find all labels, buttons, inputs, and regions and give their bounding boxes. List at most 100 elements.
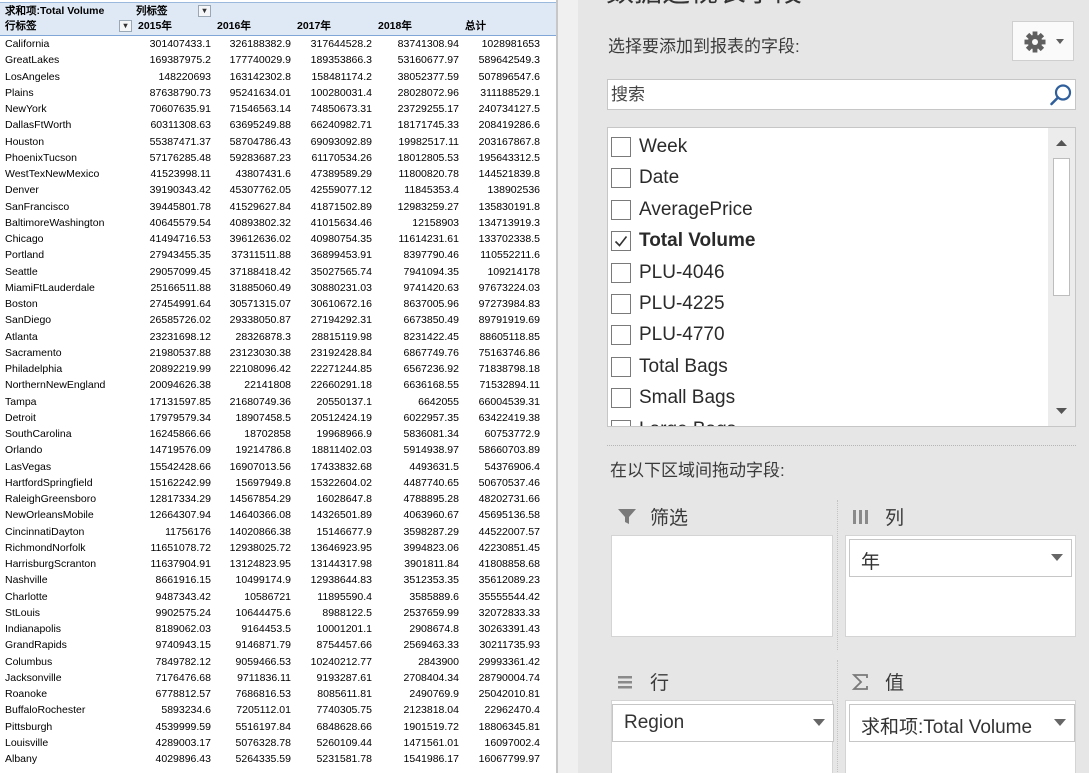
grand-total-cell: 71838798.18	[478, 363, 540, 375]
pivot-row[interactable]: CincinnatiDayton 11756176 14020866.38 15146…	[0, 524, 556, 540]
value-2016-cell: 30571315.07	[229, 298, 291, 310]
pivot-row[interactable]: RichmondNorfolk 11651078.72 12938025.72 136…	[0, 540, 556, 556]
scroll-down-button[interactable]	[1048, 398, 1075, 424]
rows-field-pill[interactable]: Region	[612, 704, 834, 742]
value-2018-cell: 6673850.49	[403, 314, 459, 327]
values-drop-area[interactable]: 求和项:Total Volume	[845, 700, 1076, 773]
pivot-row[interactable]: NorthernNewEngland 20094626.38 22141808 226…	[0, 377, 556, 393]
pivot-row[interactable]: SouthCarolina 16245866.66 18702858 19968966…	[0, 426, 556, 442]
columns-field-pill[interactable]: 年	[849, 539, 1072, 577]
pivot-row[interactable]: Columbus 7849782.12 9059466.53 10240212.77 2…	[0, 654, 556, 670]
pivot-row[interactable]: Boston 27454991.64 30571315.07 30610672.16 8…	[0, 296, 556, 312]
pivot-row[interactable]: LasVegas 15542428.66 16907013.56 17433832.6…	[0, 459, 556, 475]
pivot-row[interactable]: WestTexNewMexico 41523998.11 43807431.6 473…	[0, 166, 556, 182]
chevron-down-icon[interactable]	[1051, 554, 1063, 562]
checkbox[interactable]	[611, 388, 631, 409]
pivot-row[interactable]: RaleighGreensboro 12817334.29 14567854.29 1…	[0, 491, 556, 507]
pivot-row[interactable]: Sacramento 21980537.88 23123030.38 23192428…	[0, 345, 556, 361]
pivot-row[interactable]: Philadelphia 20892219.99 22108096.42 222712…	[0, 361, 556, 377]
field-search-box[interactable]	[607, 79, 1076, 110]
pivot-row[interactable]: BuffaloRochester 5893234.6 7205112.01 77403…	[0, 702, 556, 718]
column-filter-button[interactable]: ▾	[198, 5, 211, 17]
pivot-row[interactable]: Louisville 4289003.17 5076328.78 5260109.44…	[0, 735, 556, 751]
search-input[interactable]	[608, 80, 1041, 109]
filter-icon	[618, 509, 636, 524]
scroll-thumb[interactable]	[1053, 158, 1070, 296]
scroll-up-button[interactable]	[1048, 130, 1075, 156]
filter-drop-area[interactable]	[611, 535, 833, 637]
pivot-row[interactable]: LosAngeles 148220693 163142302.8 158481174.…	[0, 69, 556, 85]
value-2017-cell: 7740305.75	[316, 704, 372, 717]
pivot-row[interactable]: DallasFtWorth 60311308.63 63695249.88 66240…	[0, 117, 556, 133]
value-2015-cell: 16245866.66	[149, 428, 211, 440]
value-2018-cell: 2843900	[418, 655, 459, 668]
pivot-row[interactable]: PhoenixTucson 57176285.48 59283687.23 61170…	[0, 150, 556, 166]
pivot-row[interactable]: Indianapolis 8189062.03 9164453.5 10001201.…	[0, 621, 556, 637]
grand-total-cell: 32072833.33	[478, 606, 540, 619]
pivot-row[interactable]: HarrisburgScranton 11637904.91 13124823.95…	[0, 556, 556, 572]
pivot-row[interactable]: BaltimoreWashington 40645579.54 40893802.3…	[0, 215, 556, 231]
columns-drop-area[interactable]: 年	[845, 535, 1076, 637]
pivot-row[interactable]: NewYork 70607635.91 71546563.14 74850673.31…	[0, 101, 556, 117]
pivot-row[interactable]: SanDiego 26585726.02 29338050.87 27194292.3…	[0, 312, 556, 328]
checkbox[interactable]	[611, 262, 631, 283]
pivot-row[interactable]: Seattle 29057099.45 37188418.42 35027565.74…	[0, 264, 556, 280]
pivot-row[interactable]: NewOrleansMobile 12664307.94 14640366.08 14…	[0, 507, 556, 523]
pivot-row[interactable]: HartfordSpringfield 15162242.99 15697949.8…	[0, 475, 556, 491]
values-field-pill[interactable]: 求和项:Total Volume	[849, 704, 1075, 742]
pivot-row[interactable]: Roanoke 6778812.57 7686816.53 8085611.81 249…	[0, 686, 556, 702]
value-2018-cell: 3585889.6	[409, 590, 459, 603]
chevron-down-icon[interactable]	[813, 719, 825, 727]
checkbox-checked[interactable]	[611, 231, 631, 252]
pivot-row[interactable]: MiamiFtLauderdale 25166511.88 31885060.49 3…	[0, 280, 556, 296]
pivot-row[interactable]: StLouis 9902575.24 10644475.6 8988122.5 2537…	[0, 605, 556, 621]
checkbox[interactable]	[611, 294, 631, 314]
value-2018-cell: 2123818.04	[403, 704, 459, 717]
pivot-row[interactable]: Denver 39190343.42 45307762.05 42559077.12 1…	[0, 182, 556, 198]
checkbox[interactable]	[611, 356, 631, 377]
checkbox[interactable]	[611, 199, 631, 220]
row-filter-button[interactable]: ▾	[119, 20, 132, 33]
value-2015-cell: 14719576.09	[149, 444, 211, 457]
value-2016-cell: 71546563.14	[229, 103, 291, 115]
pivot-row[interactable]: Chicago 41494716.53 39612636.02 40980754.35…	[0, 231, 556, 247]
pivot-row[interactable]: Albany 4029896.43 5264335.59 5231581.78 1541…	[0, 751, 556, 767]
value-2016-cell: 5264335.59	[235, 753, 291, 765]
pivot-row[interactable]: Atlanta 23231698.12 28326878.3 28815119.98 8…	[0, 329, 556, 345]
value-2015-cell: 27454991.64	[149, 298, 211, 310]
pivot-field-pane: 数据透视表字段 选择要添加到报表的字段: WeekDa	[578, 0, 1089, 773]
pivot-row[interactable]: Plains 87638790.73 95241634.01 100280031.4 2…	[0, 85, 556, 101]
field-list-scrollbar[interactable]	[1048, 128, 1075, 426]
chevron-down-icon[interactable]	[1054, 719, 1066, 727]
checkbox[interactable]	[611, 168, 631, 189]
pivot-row[interactable]: Detroit 17979579.34 18907458.5 20512424.19 6…	[0, 410, 556, 426]
value-2018-cell: 18171745.33	[397, 119, 459, 132]
region-label: Boston	[5, 298, 38, 310]
pivot-row[interactable]: Portland 27943455.35 37311511.88 36899453.9…	[0, 247, 556, 263]
value-2017-cell: 74850673.31	[310, 103, 372, 115]
pivot-row[interactable]: SanFrancisco 39445801.78 41529627.84 418715…	[0, 199, 556, 215]
value-2018-cell: 19982517.11	[398, 135, 459, 148]
checkbox[interactable]	[611, 137, 631, 157]
pivot-row[interactable]: GrandRapids 9740943.15 9146871.79 8754457.6…	[0, 637, 556, 653]
value-2015-cell: 41523998.11	[150, 168, 211, 180]
search-icon[interactable]	[1049, 83, 1073, 107]
checkbox[interactable]	[611, 325, 631, 346]
grand-total-cell: 1028981653	[481, 38, 540, 50]
pivot-row[interactable]: Pittsburgh 4539999.59 5516197.84 6848628.66…	[0, 719, 556, 735]
pivot-row[interactable]: Jacksonville 7176476.68 9711836.11 9193287.…	[0, 670, 556, 686]
value-2018-cell: 5836081.34	[403, 428, 459, 440]
pivot-row[interactable]: GreatLakes 169387975.2 177740029.9 18935386…	[0, 52, 556, 68]
checkbox[interactable]	[611, 419, 631, 426]
pivot-row[interactable]: California 301407433.1 326188382.9 31764452…	[0, 36, 556, 52]
rows-drop-area[interactable]: Region	[611, 700, 834, 773]
grand-total-cell: 48202731.66	[478, 493, 540, 505]
pivot-row[interactable]: Nashville 8661916.15 10499174.9 12938644.83…	[0, 572, 556, 588]
pivot-row[interactable]: Tampa 17131597.85 21680749.36 20550137.1 664…	[0, 394, 556, 410]
value-2018-cell: 1541986.17	[403, 753, 459, 765]
pivot-row[interactable]: Orlando 14719576.09 19214786.8 18811402.03 5…	[0, 442, 556, 458]
pivot-row[interactable]: Houston 55387471.37 58704786.43 69093092.89…	[0, 134, 556, 150]
value-2017-cell: 5231581.78	[316, 753, 372, 765]
pivot-row[interactable]: Charlotte 9487343.42 10586721 11895590.4 358…	[0, 589, 556, 605]
field-settings-button[interactable]	[1012, 21, 1074, 61]
